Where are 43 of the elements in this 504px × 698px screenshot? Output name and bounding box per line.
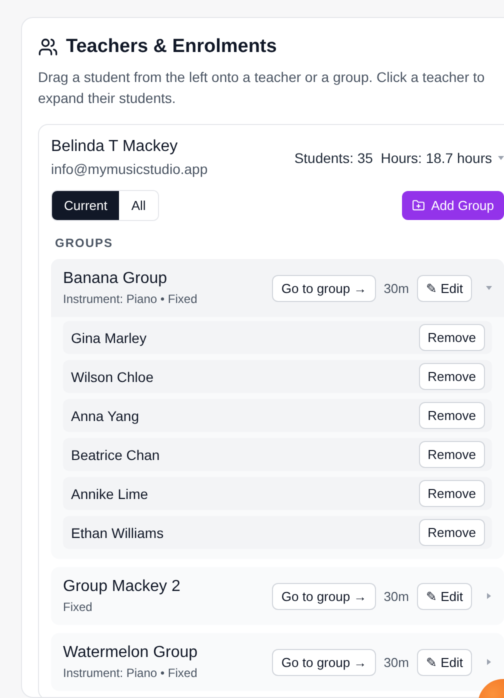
edit-button[interactable]: ✎ Edit [416, 582, 472, 610]
edit-button[interactable]: ✎ Edit [416, 274, 472, 302]
remove-button[interactable]: Remove [418, 324, 485, 351]
panel-title: Teachers & Enrolments [66, 36, 277, 58]
group-name: Watermelon Group [63, 644, 198, 662]
remove-button[interactable]: Remove [418, 480, 485, 507]
caret-icon[interactable] [486, 285, 492, 291]
group-duration: 30m [384, 654, 409, 670]
caret-icon[interactable] [486, 659, 492, 665]
group-name: Banana Group [63, 270, 168, 288]
group-meta: Instrument: Piano • Fixed [63, 666, 198, 680]
teacher-stats: Students: 35 Hours: 18.7 hours [294, 150, 492, 166]
teacher-email: info@mymusicstudio.app [51, 161, 208, 177]
go-to-group-button[interactable]: Go to group → [272, 274, 376, 302]
teacher-card[interactable] [38, 124, 504, 697]
filter-tab[interactable]: Current [52, 191, 120, 220]
folder-plus-icon [412, 199, 426, 212]
groups-heading: GROUPS [55, 236, 114, 250]
edit-button[interactable]: ✎ Edit [416, 648, 472, 676]
users-icon [38, 37, 58, 57]
caret-icon[interactable] [486, 593, 492, 599]
group-duration: 30m [384, 588, 409, 604]
student-name: Gina Marley [71, 330, 146, 346]
group-duration: 30m [384, 280, 409, 296]
student-name: Beatrice Chan [71, 446, 160, 462]
student-name: Ethan Williams [71, 524, 164, 540]
go-to-group-button[interactable]: Go to group → [272, 648, 376, 676]
group-name: Group Mackey 2 [63, 578, 180, 596]
remove-button[interactable]: Remove [418, 363, 485, 390]
student-name: Anna Yang [71, 408, 139, 424]
go-to-group-button[interactable]: Go to group → [272, 582, 376, 610]
group-card[interactable]: Banana Group Instrument: Piano • Fixed Go to group → 30m ✎ Edit Gina Marley Remove Wilson Chloe Remove Anna Yang Remove Beatrice Chan Remove Annike Lime Remove Ethan Williams Remove [51, 259, 504, 559]
student-name: Annike Lime [71, 486, 148, 502]
panel-description: Drag a student from the left onto a teacher or a group. Click a teacher to expand their students. [38, 68, 486, 108]
group-meta: Fixed [63, 600, 94, 614]
add-group-button[interactable]: Add Group [402, 191, 504, 220]
group-meta: Instrument: Piano • Fixed [63, 292, 198, 306]
remove-button[interactable]: Remove [418, 519, 485, 546]
remove-button[interactable]: Remove [418, 441, 485, 468]
student-name: Wilson Chloe [71, 368, 154, 384]
teacher-name: Belinda T Mackey [51, 138, 179, 156]
remove-button[interactable]: Remove [418, 402, 485, 429]
caret-icon[interactable] [498, 154, 504, 160]
